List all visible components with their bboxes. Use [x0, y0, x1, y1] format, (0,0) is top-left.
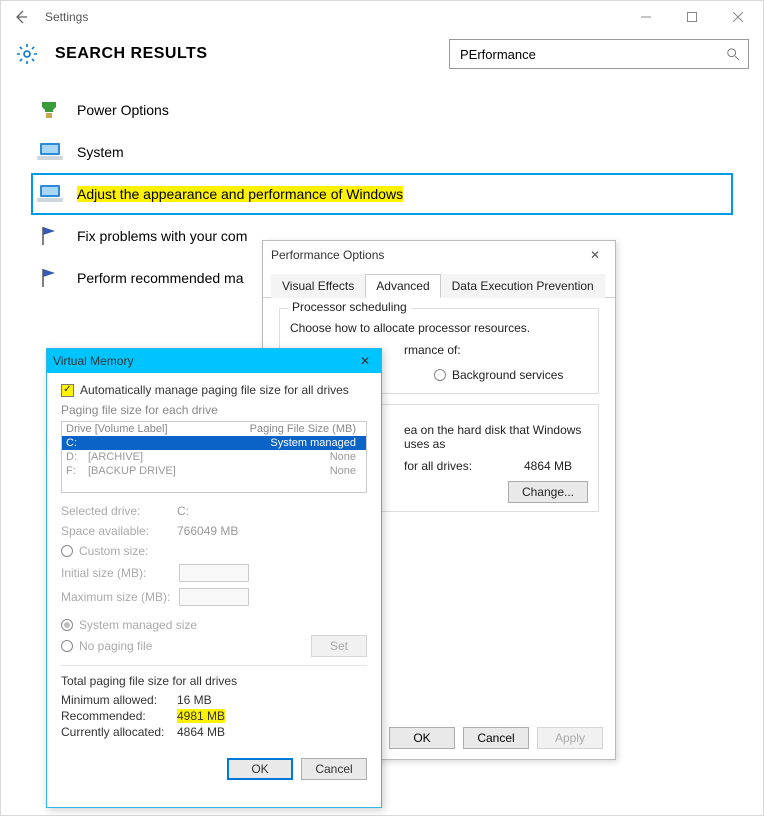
result-label: Adjust the appearance and performance of… — [77, 186, 403, 202]
radio-custom-size: Custom size: — [61, 541, 367, 561]
window-title: Settings — [39, 10, 623, 24]
perf-apply-button: Apply — [537, 727, 603, 749]
tab-visual-effects[interactable]: Visual Effects — [271, 274, 365, 298]
vm-total-label: for all drives: — [404, 459, 524, 473]
result-label: Power Options — [77, 102, 169, 118]
drive-list[interactable]: Drive [Volume Label] Paging File Size (M… — [61, 421, 367, 493]
group-legend: Processor scheduling — [288, 300, 411, 314]
auto-manage-checkbox[interactable]: Automatically manage paging file size fo… — [61, 383, 367, 397]
search-box[interactable] — [449, 39, 749, 69]
set-button: Set — [311, 635, 367, 657]
maximum-size-label: Maximum size (MB): — [61, 590, 177, 604]
back-button[interactable] — [3, 1, 39, 33]
space-available-value: 766049 MB — [177, 524, 238, 538]
radio-label: Background services — [452, 368, 563, 382]
minimize-button[interactable] — [623, 1, 669, 33]
initial-size-input — [179, 564, 249, 582]
selected-drive-value: C: — [177, 504, 189, 518]
maximum-size-input — [179, 588, 249, 606]
flag-icon — [35, 265, 65, 291]
vm-close-button[interactable]: ✕ — [355, 354, 375, 368]
perf-ok-button[interactable]: OK — [389, 727, 455, 749]
search-icon — [726, 47, 740, 61]
page-title: SEARCH RESULTS — [55, 45, 449, 63]
currently-allocated-label: Currently allocated: — [61, 725, 177, 739]
radio-background-services[interactable]: Background services — [434, 365, 588, 385]
radio-icon — [61, 545, 73, 557]
system-managed-label: System managed size — [79, 618, 197, 632]
perf-title: Performance Options — [271, 248, 384, 262]
gear-icon — [15, 42, 39, 66]
close-button[interactable] — [715, 1, 761, 33]
currently-allocated-value: 4864 MB — [177, 725, 225, 739]
radio-icon — [61, 640, 73, 652]
radio-no-paging: No paging file — [61, 636, 311, 656]
min-allowed-label: Minimum allowed: — [61, 693, 177, 707]
flag-icon — [35, 223, 65, 249]
perf-footer: OK Cancel Apply — [389, 727, 603, 749]
no-paging-label: No paging file — [79, 639, 152, 653]
perf-close-button[interactable]: ✕ — [583, 248, 607, 262]
space-available-label: Space available: — [61, 524, 177, 538]
result-adjust-performance[interactable]: Adjust the appearance and performance of… — [31, 173, 733, 215]
perf-tabs: Visual Effects Advanced Data Execution P… — [263, 269, 615, 298]
recommended-label: Recommended: — [61, 709, 177, 723]
custom-size-label: Custom size: — [79, 544, 148, 558]
min-allowed-value: 16 MB — [177, 693, 212, 707]
tab-advanced[interactable]: Advanced — [365, 274, 440, 298]
maximize-icon — [687, 12, 697, 22]
auto-manage-label: Automatically manage paging file size fo… — [80, 383, 349, 397]
minimize-icon — [641, 12, 651, 22]
selected-drive-label: Selected drive: — [61, 504, 177, 518]
total-title: Total paging file size for all drives — [61, 674, 367, 688]
close-icon — [733, 12, 743, 22]
vm-desc: ea on the hard disk that Windows uses as — [404, 423, 588, 451]
maximize-button[interactable] — [669, 1, 715, 33]
result-label: Fix problems with your com — [77, 228, 247, 244]
tab-dep[interactable]: Data Execution Prevention — [441, 274, 605, 298]
vm-cancel-button[interactable]: Cancel — [301, 758, 367, 780]
virtual-memory-dialog: Virtual Memory ✕ Automatically manage pa… — [46, 348, 382, 808]
laptop-icon — [35, 181, 65, 207]
vm-ok-button[interactable]: OK — [227, 758, 293, 780]
laptop-icon — [35, 139, 65, 165]
result-power-options[interactable]: Power Options — [31, 89, 733, 131]
settings-titlebar: Settings — [1, 1, 763, 33]
drive-header-drive: Drive [Volume Label] — [66, 423, 196, 435]
drive-row[interactable]: D: [ARCHIVE] None — [62, 450, 366, 464]
result-system[interactable]: System — [31, 131, 733, 173]
perf-cancel-button[interactable]: Cancel — [463, 727, 529, 749]
paging-each-label: Paging file size for each drive — [61, 403, 367, 417]
vm-title: Virtual Memory — [53, 354, 133, 368]
vm-total-value: 4864 MB — [524, 459, 572, 473]
power-icon — [35, 97, 65, 123]
drive-row[interactable]: F: [BACKUP DRIVE] None — [62, 464, 366, 478]
vm-titlebar: Virtual Memory ✕ — [47, 349, 381, 373]
result-label: Perform recommended ma — [77, 270, 244, 286]
arrow-left-icon — [13, 9, 29, 25]
drive-row[interactable]: C: System managed — [62, 436, 366, 450]
result-label: System — [77, 144, 124, 160]
checkbox-icon — [61, 384, 74, 397]
change-button[interactable]: Change... — [508, 481, 588, 503]
recommended-value: 4981 MB — [177, 709, 225, 723]
vm-footer: OK Cancel — [47, 750, 381, 780]
sched-desc: Choose how to allocate processor resourc… — [290, 321, 588, 335]
drive-header-size: Paging File Size (MB) — [196, 423, 362, 435]
radio-system-managed: System managed size — [61, 615, 367, 635]
perf-titlebar: Performance Options ✕ — [263, 241, 615, 269]
radio-icon — [434, 369, 446, 381]
initial-size-label: Initial size (MB): — [61, 566, 177, 580]
search-input[interactable] — [458, 46, 726, 63]
sched-adjust: rmance of: — [404, 343, 588, 357]
header-row: SEARCH RESULTS — [1, 33, 763, 79]
radio-icon — [61, 619, 73, 631]
